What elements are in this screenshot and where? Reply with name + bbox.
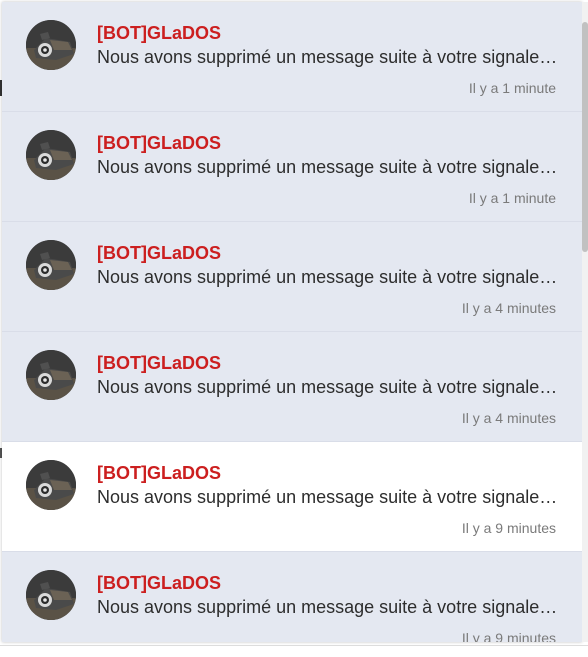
notification-item[interactable]: [BOT]GLaDOS Nous avons supprimé un messa… bbox=[2, 2, 582, 112]
notification-author: [BOT]GLaDOS bbox=[97, 23, 221, 43]
notification-time: Il y a 9 minutes bbox=[461, 630, 556, 642]
notification-time: Il y a 1 minute bbox=[468, 80, 556, 96]
scrollbar[interactable] bbox=[582, 2, 588, 642]
scrollbar-thumb[interactable] bbox=[582, 22, 588, 252]
glados-avatar-icon bbox=[26, 350, 76, 400]
notification-item[interactable]: [BOT]GLaDOS Nous avons supprimé un messa… bbox=[2, 332, 582, 442]
notifications-panel: [BOT]GLaDOS Nous avons supprimé un messa… bbox=[2, 2, 582, 642]
notification-item[interactable]: [BOT]GLaDOS Nous avons supprimé un messa… bbox=[2, 222, 582, 332]
glados-avatar-icon bbox=[26, 20, 76, 70]
notification-message: Nous avons supprimé un message suite à v… bbox=[97, 377, 562, 397]
notification-time: Il y a 4 minutes bbox=[461, 410, 556, 426]
glados-avatar-icon bbox=[26, 460, 76, 510]
page: [BOT]GLaDOS Nous avons supprimé un messa… bbox=[0, 0, 588, 657]
notification-time: Il y a 9 minutes bbox=[461, 520, 556, 536]
notification-item[interactable]: [BOT]GLaDOS Nous avons supprimé un messa… bbox=[2, 442, 582, 552]
notification-time: Il y a 4 minutes bbox=[461, 300, 556, 316]
notification-author: [BOT]GLaDOS bbox=[97, 133, 221, 153]
notification-message: Nous avons supprimé un message suite à v… bbox=[97, 157, 562, 177]
notification-message: Nous avons supprimé un message suite à v… bbox=[97, 487, 562, 507]
notification-message: Nous avons supprimé un message suite à v… bbox=[97, 47, 562, 67]
notification-item[interactable]: [BOT]GLaDOS Nous avons supprimé un messa… bbox=[2, 112, 582, 222]
glados-avatar-icon bbox=[26, 130, 76, 180]
notification-time: Il y a 1 minute bbox=[468, 190, 556, 206]
notification-message: Nous avons supprimé un message suite à v… bbox=[97, 267, 562, 287]
notification-message: Nous avons supprimé un message suite à v… bbox=[97, 597, 562, 617]
glados-avatar-icon bbox=[26, 570, 76, 620]
notification-author: [BOT]GLaDOS bbox=[97, 463, 221, 483]
notification-author: [BOT]GLaDOS bbox=[97, 243, 221, 263]
notification-author: [BOT]GLaDOS bbox=[97, 573, 221, 593]
glados-avatar-icon bbox=[26, 240, 76, 290]
notification-author: [BOT]GLaDOS bbox=[97, 353, 221, 373]
divider bbox=[0, 645, 588, 646]
notification-item[interactable]: [BOT]GLaDOS Nous avons supprimé un messa… bbox=[2, 552, 582, 642]
